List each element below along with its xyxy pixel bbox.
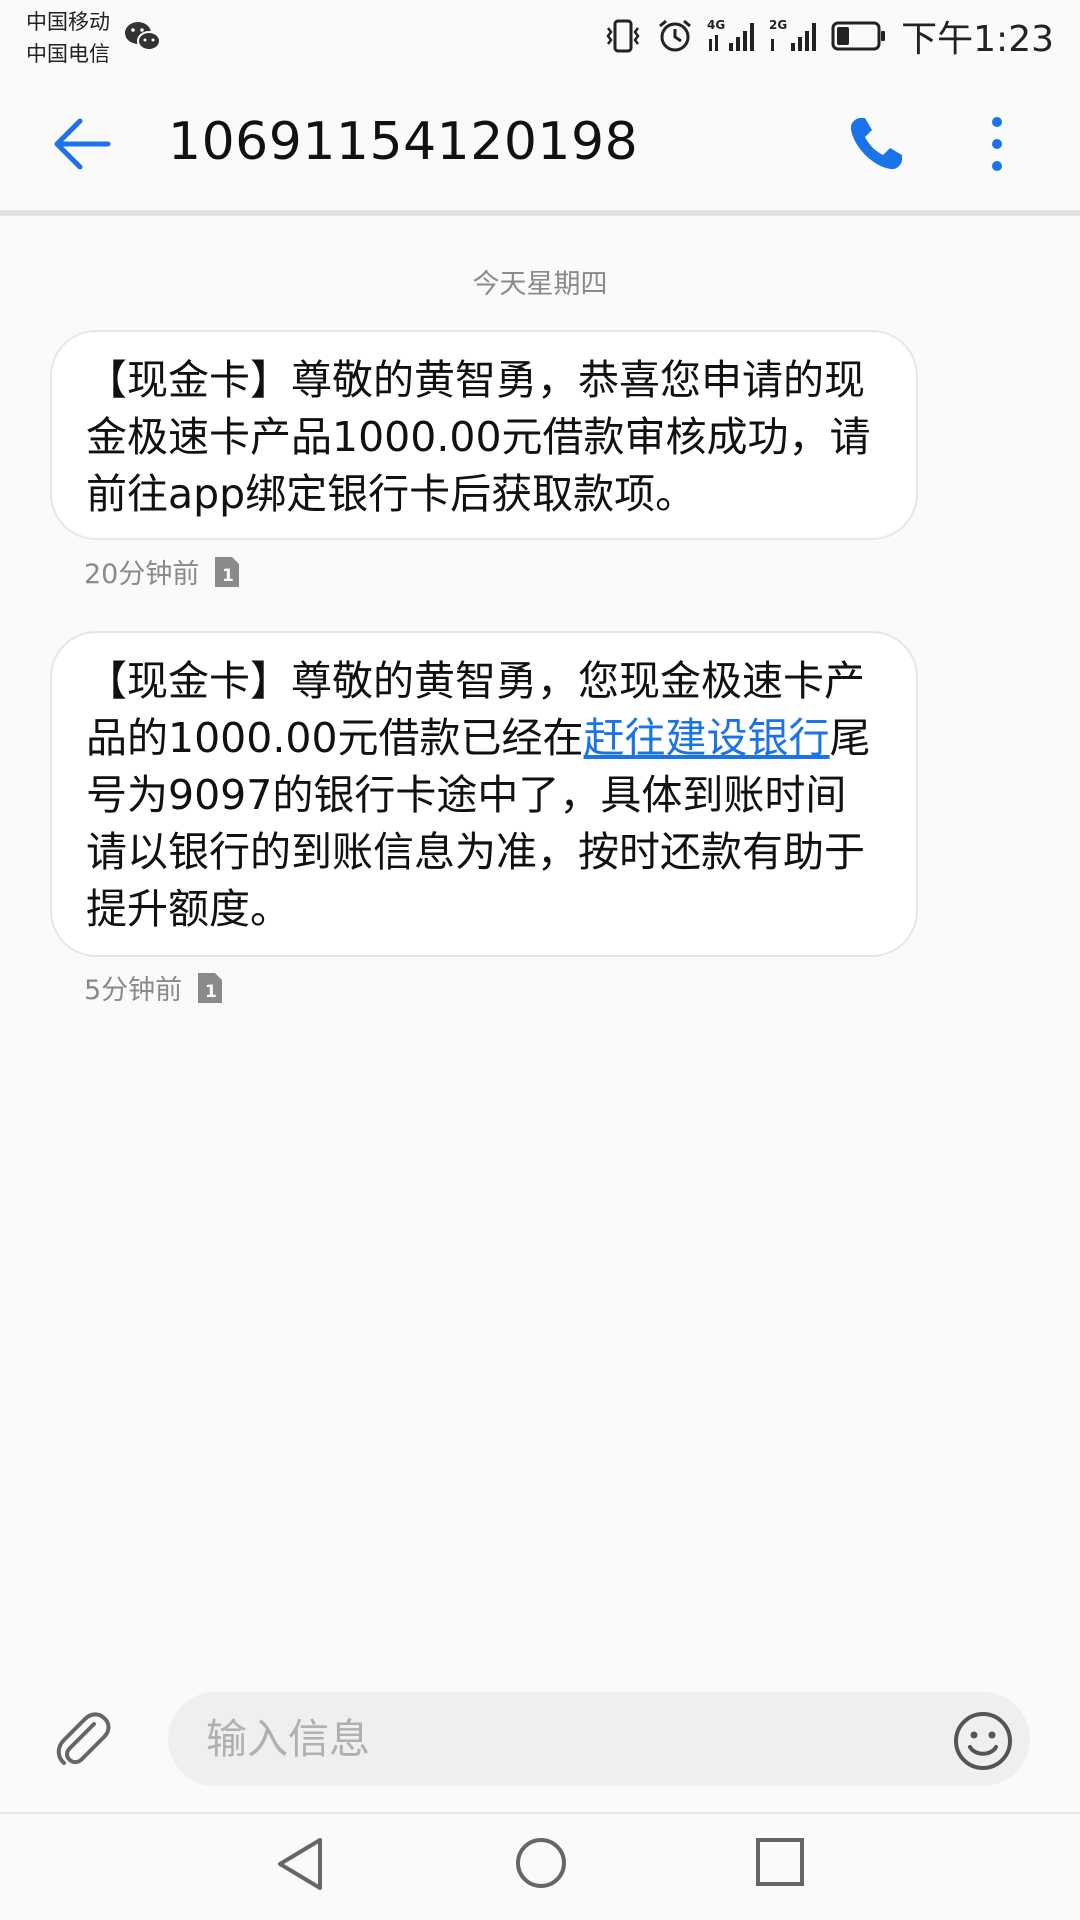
signal-2g-icon: 2G — [769, 17, 817, 55]
carrier-2: 中国电信 — [26, 42, 110, 66]
signal-4g-icon: 4G — [707, 17, 755, 55]
status-time: 下午1:23 — [901, 19, 1054, 60]
message-time: 20分钟前 — [84, 559, 200, 590]
message-bubble[interactable]: 【现金卡】尊敬的黄智勇，您现金极速卡产品的1000.00元借款已经在赶往建设银行… — [50, 631, 918, 957]
svg-text:4G: 4G — [707, 18, 725, 32]
back-arrow-icon[interactable] — [52, 116, 112, 172]
carrier-1: 中国移动 — [26, 10, 110, 34]
svg-text:2G: 2G — [769, 18, 787, 32]
phone-icon[interactable] — [846, 114, 906, 174]
battery-icon — [831, 20, 887, 52]
contact-number: 10691154120198 — [168, 112, 639, 172]
app-bar-divider — [0, 210, 1080, 216]
status-icons: 4G 2G 下午1:23 — [589, 14, 1054, 60]
sms-conversation-screen: 中国移动 中国电信 4G 2G 下午1:23 10691154120198 今天… — [0, 0, 1080, 1920]
nav-back-icon[interactable] — [274, 1836, 326, 1892]
navigation-bar — [0, 1814, 1080, 1920]
alarm-icon — [657, 18, 693, 54]
sim-card-icon: 1 — [198, 972, 223, 1003]
vibrate-icon — [603, 18, 643, 54]
message-time: 5分钟前 — [84, 975, 183, 1006]
nav-home-icon[interactable] — [514, 1836, 568, 1890]
message-bubble[interactable]: 【现金卡】尊敬的黄智勇，恭喜您申请的现金极速卡产品1000.00元借款审核成功，… — [50, 330, 918, 540]
message-input[interactable]: 输入信息 — [168, 1692, 1030, 1786]
message-text: 【现金卡】尊敬的黄智勇，恭喜您申请的现金极速卡产品1000.00元借款审核成功，… — [86, 356, 871, 518]
attach-icon[interactable] — [52, 1708, 114, 1770]
more-vert-icon[interactable] — [980, 112, 1014, 176]
app-bar: 10691154120198 — [0, 76, 1080, 210]
message-meta: 5分钟前 1 — [84, 968, 223, 1007]
carrier-labels: 中国移动 中国电信 — [26, 6, 110, 70]
message-link[interactable]: 赶往建设银行 — [584, 714, 830, 762]
svg-text:1: 1 — [205, 982, 217, 1002]
date-separator: 今天星期四 — [472, 269, 608, 300]
sim-card-icon: 1 — [215, 556, 240, 587]
svg-text:1: 1 — [222, 566, 234, 586]
wechat-icon — [125, 22, 161, 51]
emoji-icon[interactable] — [952, 1710, 1014, 1772]
nav-recents-icon[interactable] — [754, 1836, 806, 1888]
message-meta: 20分钟前 1 — [84, 552, 240, 591]
status-bar: 中国移动 中国电信 4G 2G 下午1:23 — [0, 0, 1080, 76]
